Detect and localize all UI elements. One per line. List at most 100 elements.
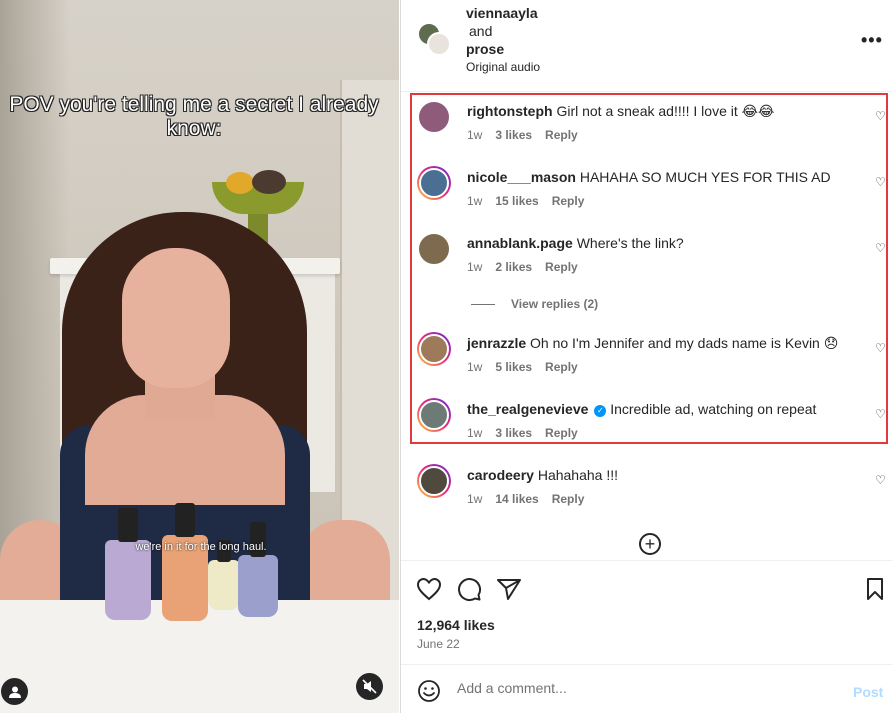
video-product [118, 508, 138, 542]
share-send-icon[interactable] [495, 575, 523, 603]
tagged-user-button[interactable] [1, 678, 28, 705]
reply-button[interactable]: Reply [545, 260, 578, 274]
reel-video[interactable]: POV you're telling me a secret I already… [0, 0, 399, 713]
like-comment-heart-icon[interactable]: ♡ [875, 407, 886, 421]
comment-item: carodeery Hahahaha !!! 1w 14 likes Reply ♡ [401, 456, 892, 516]
comment-content: Incredible ad, watching on repeat [610, 401, 817, 417]
comment-content: Oh no I'm Jennifer and my dads name is K… [530, 335, 839, 351]
comment-username[interactable]: carodeery [467, 467, 534, 483]
comment-bubble-icon[interactable] [455, 575, 483, 603]
audio-link[interactable]: Original audio [466, 60, 540, 74]
collab-usernames: viennaayla and prose [466, 4, 538, 58]
like-heart-icon[interactable] [415, 575, 443, 603]
comment-item: jenrazzle Oh no I'm Jennifer and my dads… [401, 324, 892, 384]
comment-item: annablank.page Where's the link? 1w 2 lik… [401, 224, 892, 284]
load-more-comments-icon[interactable]: + [639, 533, 661, 555]
comment-meta: 1w 3 likes Reply [467, 128, 591, 142]
avatar-image [419, 466, 449, 496]
emoji-icon[interactable] [417, 679, 441, 703]
comment-time[interactable]: 1w [467, 360, 482, 374]
post-button[interactable]: Post [853, 684, 883, 700]
video-product [175, 503, 195, 537]
avatar[interactable] [417, 464, 451, 498]
comment-text: rightonsteph Girl not a sneak ad!!!! I l… [467, 102, 867, 120]
avatar[interactable] [417, 232, 451, 266]
like-comment-heart-icon[interactable]: ♡ [875, 175, 886, 189]
comment-username[interactable]: the_realgenevieve [467, 401, 588, 417]
save-bookmark-icon[interactable] [861, 575, 889, 603]
avatar-image [419, 168, 449, 198]
video-overlay-text: POV you're telling me a secret I already… [9, 93, 379, 140]
comment-likes[interactable]: 3 likes [495, 128, 532, 142]
avatar-image [417, 100, 451, 134]
comment-likes[interactable]: 14 likes [495, 492, 538, 506]
video-background [226, 172, 254, 194]
post-actions: 12,964 likes June 22 [401, 560, 892, 664]
comment-meta: 1w 3 likes Reply [467, 426, 591, 440]
comment-username[interactable]: annablank.page [467, 235, 573, 251]
comment-time[interactable]: 1w [467, 426, 482, 440]
comment-item: nicole___mason HAHAHA SO MUCH YES FOR TH… [401, 158, 892, 218]
video-caption: we're in it for the long haul. [135, 541, 267, 553]
comment-text: the_realgenevieve ✓ Incredible ad, watch… [467, 400, 867, 418]
comment-meta: 1w 15 likes Reply [467, 194, 597, 208]
video-background [252, 170, 286, 194]
comment-username[interactable]: nicole___mason [467, 169, 576, 185]
post-date[interactable]: June 22 [417, 637, 460, 651]
view-replies-button[interactable]: View replies (2) [471, 297, 598, 311]
user-icon [8, 686, 21, 698]
like-comment-heart-icon[interactable]: ♡ [875, 241, 886, 255]
avatar-image [419, 400, 449, 430]
video-product [238, 555, 278, 617]
reply-button[interactable]: Reply [552, 194, 585, 208]
mute-button[interactable] [356, 673, 383, 700]
username-link[interactable]: viennaayla [466, 4, 538, 22]
reply-button[interactable]: Reply [545, 426, 578, 440]
reply-button[interactable]: Reply [545, 360, 578, 374]
comment-item: rightonsteph Girl not a sneak ad!!!! I l… [401, 92, 892, 152]
and-label: and [469, 23, 493, 39]
add-comment-bar: Post [401, 664, 892, 713]
comment-content: Hahahaha !!! [537, 467, 618, 483]
comment-content: Girl not a sneak ad!!!! I love it 😂😂 [556, 103, 775, 119]
comment-meta: 1w 14 likes Reply [467, 492, 597, 506]
avatar[interactable] [417, 398, 451, 432]
comment-likes[interactable]: 15 likes [495, 194, 538, 208]
comment-time[interactable]: 1w [467, 128, 482, 142]
comment-meta: 1w 2 likes Reply [467, 260, 591, 274]
reply-button[interactable]: Reply [552, 492, 585, 506]
comment-likes[interactable]: 3 likes [495, 426, 532, 440]
speaker-muted-icon [362, 679, 377, 694]
username-link[interactable]: prose [466, 40, 538, 58]
like-comment-heart-icon[interactable]: ♡ [875, 473, 886, 487]
avatar[interactable] [417, 166, 451, 200]
like-comment-heart-icon[interactable]: ♡ [875, 341, 886, 355]
more-options-icon[interactable]: ••• [861, 30, 883, 51]
comment-text: jenrazzle Oh no I'm Jennifer and my dads… [467, 334, 867, 352]
avatar[interactable] [417, 332, 451, 366]
divider [471, 303, 495, 305]
avatar[interactable] [417, 100, 451, 134]
comment-username[interactable]: jenrazzle [467, 335, 526, 351]
avatar[interactable] [427, 32, 451, 56]
comment-likes[interactable]: 5 likes [495, 360, 532, 374]
comment-time[interactable]: 1w [467, 194, 482, 208]
video-product [208, 560, 240, 610]
comment-input[interactable] [457, 680, 817, 696]
verified-badge-icon: ✓ [594, 405, 607, 417]
comment-content: Where's the link? [576, 235, 684, 251]
like-comment-heart-icon[interactable]: ♡ [875, 109, 886, 123]
video-person [122, 248, 230, 388]
comment-username[interactable]: rightonsteph [467, 103, 553, 119]
reply-button[interactable]: Reply [545, 128, 578, 142]
comment-time[interactable]: 1w [467, 492, 482, 506]
comment-text: annablank.page Where's the link? [467, 234, 867, 252]
comment-time[interactable]: 1w [467, 260, 482, 274]
collab-avatars[interactable] [417, 22, 453, 58]
avatar-image [419, 334, 449, 364]
comment-likes[interactable]: 2 likes [495, 260, 532, 274]
likes-count[interactable]: 12,964 likes [417, 617, 495, 633]
view-replies-label: View replies (2) [511, 297, 599, 311]
post-header: viennaayla and prose Original audio ••• [401, 0, 892, 92]
comments-list: rightonsteph Girl not a sneak ad!!!! I l… [401, 92, 892, 562]
